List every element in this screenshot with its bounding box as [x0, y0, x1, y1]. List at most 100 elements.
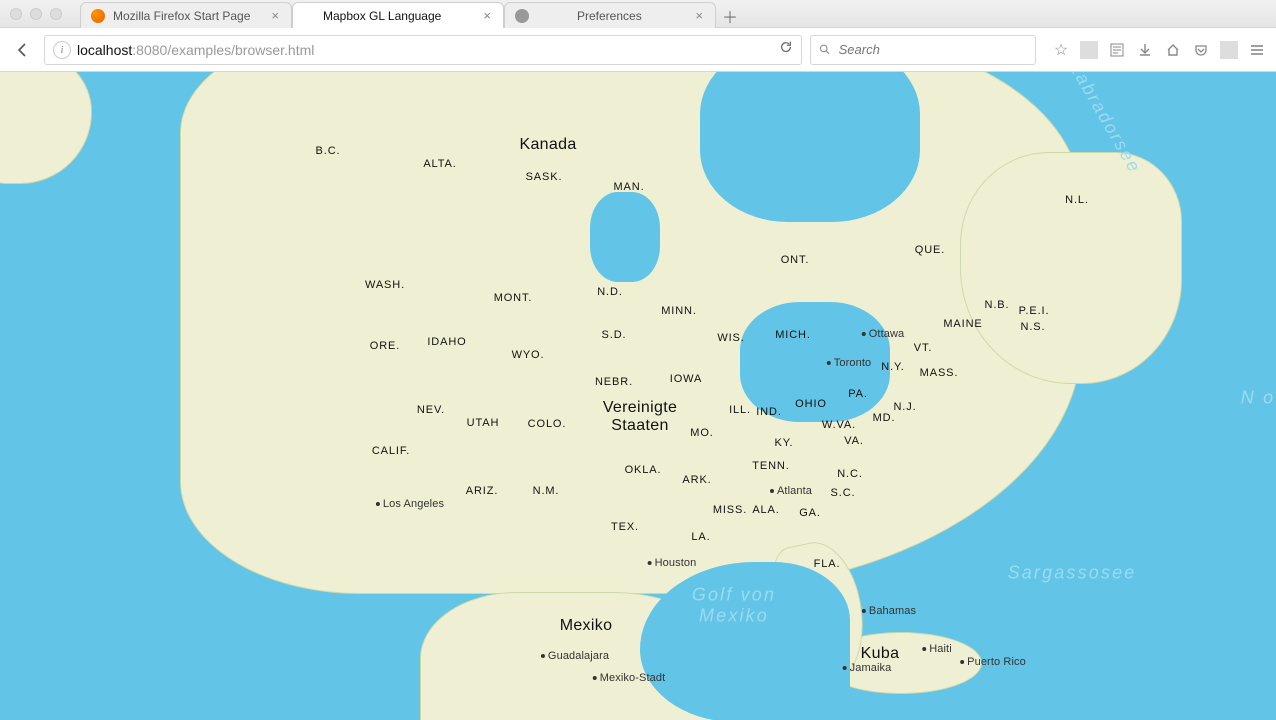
zoom-window-button[interactable] [50, 8, 62, 20]
map-label: KY. [775, 437, 794, 449]
navigation-toolbar: i localhost:8080/examples/browser.html ☆ [0, 28, 1276, 72]
separator [1080, 41, 1098, 59]
map-label: N.L. [1065, 194, 1089, 206]
map-label: IND. [756, 406, 782, 418]
reload-icon [779, 40, 793, 54]
landmass [0, 72, 92, 184]
map-label: UTAH [467, 417, 500, 429]
map-label: W.VA. [822, 419, 856, 431]
map-label: LA. [691, 531, 710, 543]
close-tab-icon[interactable]: × [481, 8, 493, 23]
map-label: N.D. [597, 286, 623, 298]
window-titlebar: Mozilla Firefox Start Page × Mapbox GL L… [0, 0, 1276, 28]
map-label: NEBR. [595, 376, 633, 388]
map-label: TEX. [611, 521, 639, 533]
map-label: S.D. [602, 329, 627, 341]
tab-firefox-start[interactable]: Mozilla Firefox Start Page × [80, 2, 292, 28]
map-label: Haiti [922, 643, 952, 655]
home-icon[interactable] [1164, 41, 1182, 59]
map-label: Sargassosee [1008, 563, 1137, 584]
tab-preferences[interactable]: Preferences × [504, 2, 716, 28]
map-label: N o [1241, 388, 1276, 409]
map-label: MAN. [613, 181, 644, 193]
tab-strip: Mozilla Firefox Start Page × Mapbox GL L… [80, 0, 740, 28]
magnifier-icon [819, 43, 831, 56]
map-label: IOWA [670, 373, 702, 385]
toolbar-right-icons: ☆ [1052, 41, 1266, 59]
map-viewport[interactable]: Kanada VereinigteStaaten Mexiko Kuba B.C. ALT… [0, 72, 1276, 720]
map-label: ONT. [781, 254, 810, 266]
map-label: N.B. [985, 299, 1010, 311]
map-label: SASK. [526, 171, 563, 183]
map-label: MICH. [775, 329, 811, 341]
reader-view-icon[interactable] [1108, 41, 1126, 59]
map-label: QUE. [915, 244, 945, 256]
map-label: COLO. [528, 418, 567, 430]
map-label: Jamaika [843, 662, 892, 674]
map-label: ILL. [729, 404, 751, 416]
close-tab-icon[interactable]: × [693, 8, 705, 23]
map-label: ORE. [370, 340, 400, 352]
tab-mapbox-gl-language[interactable]: Mapbox GL Language × [292, 2, 504, 28]
close-window-button[interactable] [10, 8, 22, 20]
map-label: Mexiko-Stadt [593, 672, 666, 684]
map-label: MISS. [713, 504, 747, 516]
map-label: Staaten [611, 417, 668, 435]
map-label: Ottawa [862, 328, 905, 340]
map-label: IDAHO [427, 336, 466, 348]
map-label: NEV. [417, 404, 445, 416]
map-label: ALTA. [423, 158, 456, 170]
gear-icon [515, 9, 529, 23]
map-label: Kuba [861, 645, 900, 663]
map-label: MONT. [494, 292, 533, 304]
minimize-window-button[interactable] [30, 8, 42, 20]
hamburger-menu-icon[interactable] [1248, 41, 1266, 59]
map-label: WASH. [365, 279, 405, 291]
water-lake [590, 192, 660, 282]
map-label: VT. [914, 342, 933, 354]
search-bar[interactable] [810, 35, 1036, 65]
map-label: N.M. [533, 485, 560, 497]
map-label: GA. [799, 507, 821, 519]
map-label: B.C. [316, 145, 341, 157]
map-label: Houston [648, 557, 697, 569]
search-input[interactable] [837, 41, 1027, 58]
map-label: PA. [848, 388, 868, 400]
map-label: ARK. [682, 474, 711, 486]
map-label: MO. [690, 427, 713, 439]
map-label: MAINE [943, 318, 982, 330]
water-hudson-bay [700, 72, 920, 222]
map-label: Toronto [827, 357, 871, 369]
map-label: Kanada [519, 136, 576, 154]
map-label: ARIZ. [466, 485, 499, 497]
new-tab-button[interactable]: ＋ [720, 6, 740, 26]
map-label: MASS. [920, 367, 959, 379]
map-label: ALA. [752, 504, 779, 516]
map-label: S.C. [831, 487, 856, 499]
tab-label: Mapbox GL Language [323, 9, 441, 23]
map-label: WIS. [717, 332, 744, 344]
url-bar[interactable]: i localhost:8080/examples/browser.html [44, 35, 802, 65]
map-label: N.Y. [881, 361, 905, 373]
close-tab-icon[interactable]: × [269, 8, 281, 23]
url-text: localhost:8080/examples/browser.html [77, 42, 314, 58]
map-label: Vereinigte [603, 399, 677, 417]
map-label: Guadalajara [541, 650, 609, 662]
map-label: VA. [844, 435, 864, 447]
identity-icon[interactable]: i [53, 41, 71, 59]
map-label: TENN. [752, 460, 789, 472]
map-label: N.C. [837, 468, 863, 480]
downloads-icon[interactable] [1136, 41, 1154, 59]
separator [1220, 41, 1238, 59]
landmass [960, 152, 1182, 384]
pocket-icon[interactable] [1192, 41, 1210, 59]
map-label: Mexiko [699, 606, 769, 627]
back-button[interactable] [10, 37, 36, 63]
map-label: Golf von [692, 585, 776, 606]
reload-button[interactable] [779, 40, 793, 59]
map-label: Bahamas [862, 605, 916, 617]
map-label: Puerto Rico [960, 656, 1026, 668]
map-label: N.J. [893, 401, 916, 413]
bookmark-star-icon[interactable]: ☆ [1052, 41, 1070, 59]
map-label: FLA. [814, 558, 841, 570]
